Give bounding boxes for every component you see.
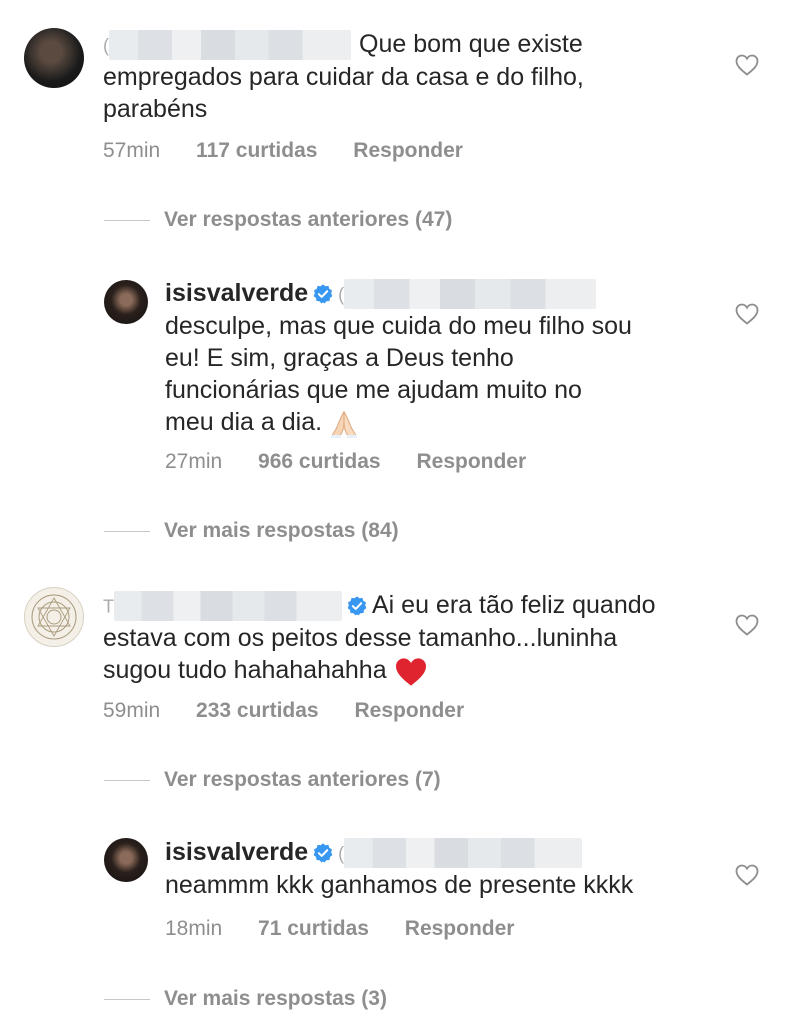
avatar[interactable] xyxy=(104,838,148,882)
view-replies-button[interactable]: Ver mais respostas (3) xyxy=(104,985,387,1013)
blurred-username xyxy=(344,279,597,310)
comment-line: estava com os peitos desse tamanho...lun… xyxy=(103,624,618,653)
like-count[interactable]: 233 curtidas xyxy=(196,699,319,722)
comment-text: isisvalverde( desculpe, mas que cuida do… xyxy=(165,277,725,439)
divider-line xyxy=(104,998,150,1000)
comment-line: empregados para cuidar da casa e do filh… xyxy=(103,63,584,92)
reply-button[interactable]: Responder xyxy=(353,139,463,162)
reply-button[interactable]: Responder xyxy=(405,917,515,940)
comment-line: neammm kkk ganhamos de presente kkkk xyxy=(165,871,634,900)
comment-meta: 59min 233 curtidas Responder xyxy=(103,697,494,725)
timestamp: 27min xyxy=(165,450,223,473)
verified-badge-icon xyxy=(347,596,367,616)
view-replies-button[interactable]: Ver mais respostas (84) xyxy=(104,517,399,545)
comment-line: parabéns xyxy=(103,95,208,124)
blurred-username xyxy=(114,591,342,622)
view-replies-button[interactable]: Ver respostas anteriores (47) xyxy=(104,206,452,234)
view-replies-label: Ver respostas anteriores (47) xyxy=(164,208,453,231)
avatar[interactable] xyxy=(24,28,84,88)
comment-line: funcionárias que me ajudam muito no xyxy=(165,376,582,405)
view-replies-label: Ver mais respostas (3) xyxy=(164,987,387,1010)
view-replies-button[interactable]: Ver respostas anteriores (7) xyxy=(104,766,441,794)
like-heart-icon[interactable] xyxy=(735,864,759,886)
comment-meta: 57min 117 curtidas Responder xyxy=(103,137,493,165)
view-replies-label: Ver mais respostas (84) xyxy=(164,519,399,542)
comment-text: T Ai eu era tão feliz quando estava com o… xyxy=(103,589,723,687)
timestamp: 59min xyxy=(103,699,161,722)
comment-line: sugou tudo hahahahahha xyxy=(103,656,387,685)
divider-line xyxy=(104,530,150,532)
reply-button[interactable]: Responder xyxy=(354,699,464,722)
comment-text: isisvalverde( neammm kkk ganhamos de pre… xyxy=(165,836,725,901)
comment-line: meu dia a dia. xyxy=(165,408,323,437)
red-heart-emoji-icon xyxy=(395,658,426,686)
comment-line: desculpe, mas que cuida do meu filho sou xyxy=(165,312,632,341)
like-count[interactable]: 966 curtidas xyxy=(258,450,381,473)
view-replies-label: Ver respostas anteriores (7) xyxy=(164,768,441,791)
verified-badge-icon xyxy=(313,284,333,304)
avatar[interactable] xyxy=(24,587,84,647)
like-count[interactable]: 71 curtidas xyxy=(258,917,369,940)
like-heart-icon[interactable] xyxy=(735,303,759,325)
like-heart-icon[interactable] xyxy=(735,54,759,76)
username[interactable]: isisvalverde xyxy=(165,279,308,307)
divider-line xyxy=(104,219,150,221)
comment-text: (Que bom que existe empregados para cuid… xyxy=(103,28,723,125)
comment-line: eu! E sim, graças a Deus tenho xyxy=(165,344,514,373)
like-heart-icon[interactable] xyxy=(735,614,759,636)
comment-meta: 18min 71 curtidas Responder xyxy=(165,915,544,943)
comment-line: Que bom que existe xyxy=(359,30,583,58)
verified-badge-icon xyxy=(313,843,333,863)
mandala-icon xyxy=(31,594,77,640)
timestamp: 18min xyxy=(165,917,223,940)
like-count[interactable]: 117 curtidas xyxy=(196,139,317,162)
comment-meta: 27min 966 curtidas Responder xyxy=(165,448,556,476)
divider-line xyxy=(104,779,150,781)
avatar[interactable] xyxy=(104,280,148,324)
blurred-username xyxy=(344,838,583,869)
timestamp: 57min xyxy=(103,139,161,162)
blurred-username: T xyxy=(103,596,114,617)
comment-line: Ai eu era tão feliz quando xyxy=(372,591,656,619)
blurred-username xyxy=(109,30,351,61)
reply-button[interactable]: Responder xyxy=(416,450,526,473)
username[interactable]: isisvalverde xyxy=(165,838,308,866)
praying-hands-emoji-icon xyxy=(331,410,357,438)
